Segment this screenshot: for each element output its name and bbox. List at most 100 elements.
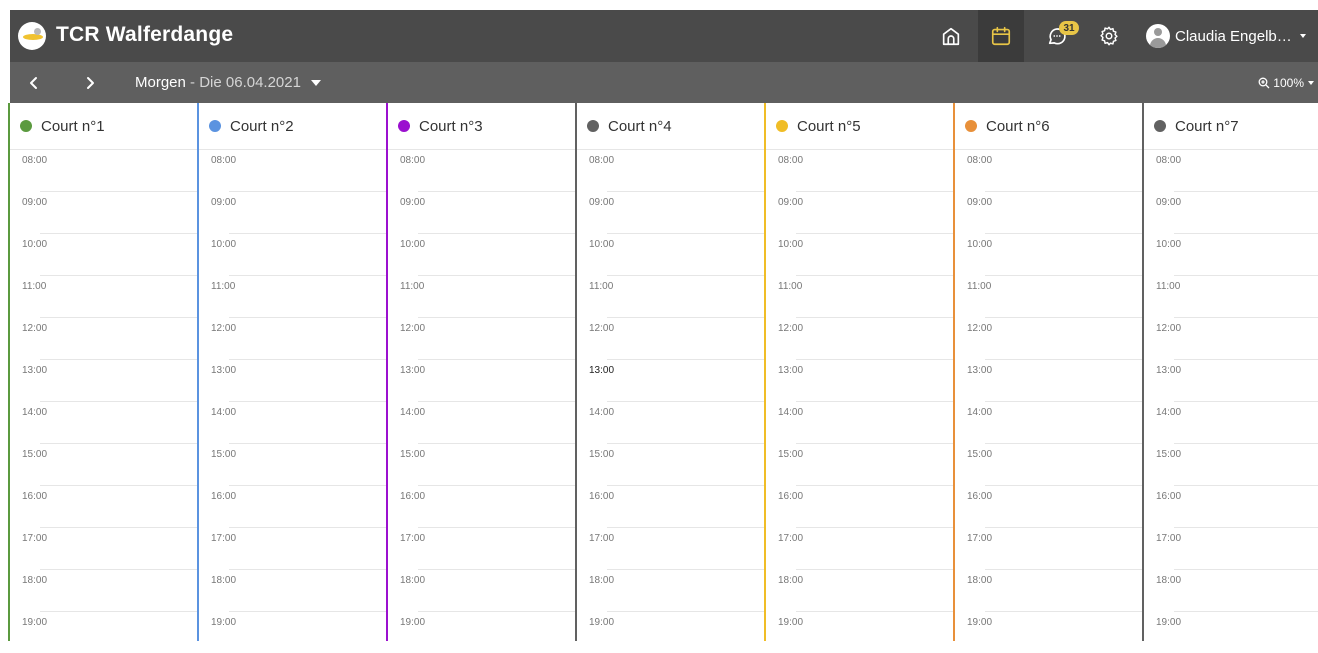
time-slot[interactable]: 13:00 bbox=[577, 359, 764, 401]
time-slot[interactable]: 08:00 bbox=[766, 149, 953, 191]
settings-button[interactable] bbox=[1086, 10, 1132, 62]
time-slot[interactable]: 19:00 bbox=[1144, 611, 1318, 653]
time-slot[interactable]: 16:00 bbox=[388, 485, 575, 527]
time-slot[interactable]: 19:00 bbox=[199, 611, 386, 653]
time-slot[interactable]: 12:00 bbox=[199, 317, 386, 359]
time-slot[interactable]: 15:00 bbox=[577, 443, 764, 485]
time-slot[interactable]: 17:00 bbox=[199, 527, 386, 569]
time-slot[interactable]: 18:00 bbox=[10, 569, 197, 611]
court-header[interactable]: Court n°4 bbox=[577, 103, 764, 150]
time-slot[interactable]: 11:00 bbox=[388, 275, 575, 317]
time-slot[interactable]: 14:00 bbox=[199, 401, 386, 443]
time-slot[interactable]: 13:00 bbox=[10, 359, 197, 401]
time-slot[interactable]: 15:00 bbox=[388, 443, 575, 485]
time-slot[interactable]: 19:00 bbox=[955, 611, 1142, 653]
time-slot[interactable]: 19:00 bbox=[766, 611, 953, 653]
time-slot[interactable]: 18:00 bbox=[1144, 569, 1318, 611]
time-slot[interactable]: 15:00 bbox=[766, 443, 953, 485]
time-slot[interactable]: 11:00 bbox=[199, 275, 386, 317]
time-slot[interactable]: 14:00 bbox=[955, 401, 1142, 443]
time-slot[interactable]: 09:00 bbox=[199, 191, 386, 233]
time-slot[interactable]: 13:00 bbox=[199, 359, 386, 401]
time-slot[interactable]: 17:00 bbox=[766, 527, 953, 569]
time-slot[interactable]: 08:00 bbox=[955, 149, 1142, 191]
time-slot[interactable]: 12:00 bbox=[955, 317, 1142, 359]
court-header[interactable]: Court n°2 bbox=[199, 103, 386, 150]
time-slot[interactable]: 18:00 bbox=[388, 569, 575, 611]
time-slot[interactable]: 16:00 bbox=[577, 485, 764, 527]
time-slot[interactable]: 12:00 bbox=[577, 317, 764, 359]
time-slot[interactable]: 15:00 bbox=[955, 443, 1142, 485]
calendar-button[interactable] bbox=[978, 10, 1024, 62]
time-slot[interactable]: 11:00 bbox=[1144, 275, 1318, 317]
time-slot[interactable]: 14:00 bbox=[388, 401, 575, 443]
time-slot[interactable]: 12:00 bbox=[10, 317, 197, 359]
time-slot[interactable]: 10:00 bbox=[10, 233, 197, 275]
time-slot[interactable]: 11:00 bbox=[10, 275, 197, 317]
time-slot[interactable]: 18:00 bbox=[199, 569, 386, 611]
time-slot[interactable]: 14:00 bbox=[577, 401, 764, 443]
time-slot[interactable]: 10:00 bbox=[955, 233, 1142, 275]
time-slot[interactable]: 17:00 bbox=[388, 527, 575, 569]
time-slot[interactable]: 09:00 bbox=[766, 191, 953, 233]
time-slot[interactable]: 12:00 bbox=[1144, 317, 1318, 359]
messages-button[interactable] bbox=[1034, 10, 1080, 62]
time-slot[interactable]: 18:00 bbox=[766, 569, 953, 611]
time-slot[interactable]: 15:00 bbox=[1144, 443, 1318, 485]
time-slot[interactable]: 14:00 bbox=[10, 401, 197, 443]
time-slot[interactable]: 15:00 bbox=[10, 443, 197, 485]
time-slot[interactable]: 17:00 bbox=[955, 527, 1142, 569]
time-slot[interactable]: 09:00 bbox=[577, 191, 764, 233]
time-slot[interactable]: 16:00 bbox=[199, 485, 386, 527]
previous-day-button[interactable] bbox=[16, 62, 52, 103]
time-slot[interactable]: 09:00 bbox=[10, 191, 197, 233]
time-slot[interactable]: 11:00 bbox=[766, 275, 953, 317]
time-slot[interactable]: 19:00 bbox=[388, 611, 575, 653]
time-slot[interactable]: 10:00 bbox=[199, 233, 386, 275]
time-slot[interactable]: 16:00 bbox=[1144, 485, 1318, 527]
time-slot[interactable]: 09:00 bbox=[388, 191, 575, 233]
time-slot[interactable]: 11:00 bbox=[955, 275, 1142, 317]
court-header[interactable]: Court n°6 bbox=[955, 103, 1142, 150]
time-slot[interactable]: 09:00 bbox=[955, 191, 1142, 233]
time-slot[interactable]: 14:00 bbox=[766, 401, 953, 443]
time-slot[interactable]: 17:00 bbox=[577, 527, 764, 569]
time-slot[interactable]: 08:00 bbox=[199, 149, 386, 191]
time-slot[interactable]: 19:00 bbox=[577, 611, 764, 653]
date-selector[interactable]: Morgen - Die 06.04.2021 bbox=[135, 62, 321, 103]
court-header[interactable]: Court n°3 bbox=[388, 103, 575, 150]
time-slot[interactable]: 18:00 bbox=[955, 569, 1142, 611]
time-slot[interactable]: 13:00 bbox=[388, 359, 575, 401]
time-slot[interactable]: 19:00 bbox=[10, 611, 197, 653]
time-slot[interactable]: 13:00 bbox=[766, 359, 953, 401]
time-slot[interactable]: 17:00 bbox=[10, 527, 197, 569]
time-slot[interactable]: 14:00 bbox=[1144, 401, 1318, 443]
time-slot[interactable]: 16:00 bbox=[766, 485, 953, 527]
time-slot[interactable]: 10:00 bbox=[1144, 233, 1318, 275]
court-header[interactable]: Court n°5 bbox=[766, 103, 953, 150]
zoom-selector[interactable]: 100% bbox=[1258, 62, 1314, 103]
time-slot[interactable]: 16:00 bbox=[955, 485, 1142, 527]
time-slot[interactable]: 18:00 bbox=[577, 569, 764, 611]
time-slot[interactable]: 17:00 bbox=[1144, 527, 1318, 569]
time-slot[interactable]: 11:00 bbox=[577, 275, 764, 317]
time-slot[interactable]: 08:00 bbox=[10, 149, 197, 191]
time-slot[interactable]: 08:00 bbox=[577, 149, 764, 191]
time-slot[interactable]: 12:00 bbox=[388, 317, 575, 359]
time-slot[interactable]: 10:00 bbox=[766, 233, 953, 275]
time-slot[interactable]: 08:00 bbox=[388, 149, 575, 191]
home-button[interactable] bbox=[928, 10, 974, 62]
court-header[interactable]: Court n°7 bbox=[1144, 103, 1318, 150]
user-menu[interactable]: Claudia Engelb… bbox=[1146, 10, 1306, 62]
time-slot[interactable]: 13:00 bbox=[1144, 359, 1318, 401]
club-logo[interactable] bbox=[18, 22, 46, 50]
time-slot[interactable]: 13:00 bbox=[955, 359, 1142, 401]
time-slot[interactable]: 15:00 bbox=[199, 443, 386, 485]
time-slot[interactable]: 10:00 bbox=[388, 233, 575, 275]
court-header[interactable]: Court n°1 bbox=[10, 103, 197, 150]
time-slot[interactable]: 08:00 bbox=[1144, 149, 1318, 191]
time-slot[interactable]: 09:00 bbox=[1144, 191, 1318, 233]
next-day-button[interactable] bbox=[72, 62, 108, 103]
time-slot[interactable]: 12:00 bbox=[766, 317, 953, 359]
time-slot[interactable]: 10:00 bbox=[577, 233, 764, 275]
